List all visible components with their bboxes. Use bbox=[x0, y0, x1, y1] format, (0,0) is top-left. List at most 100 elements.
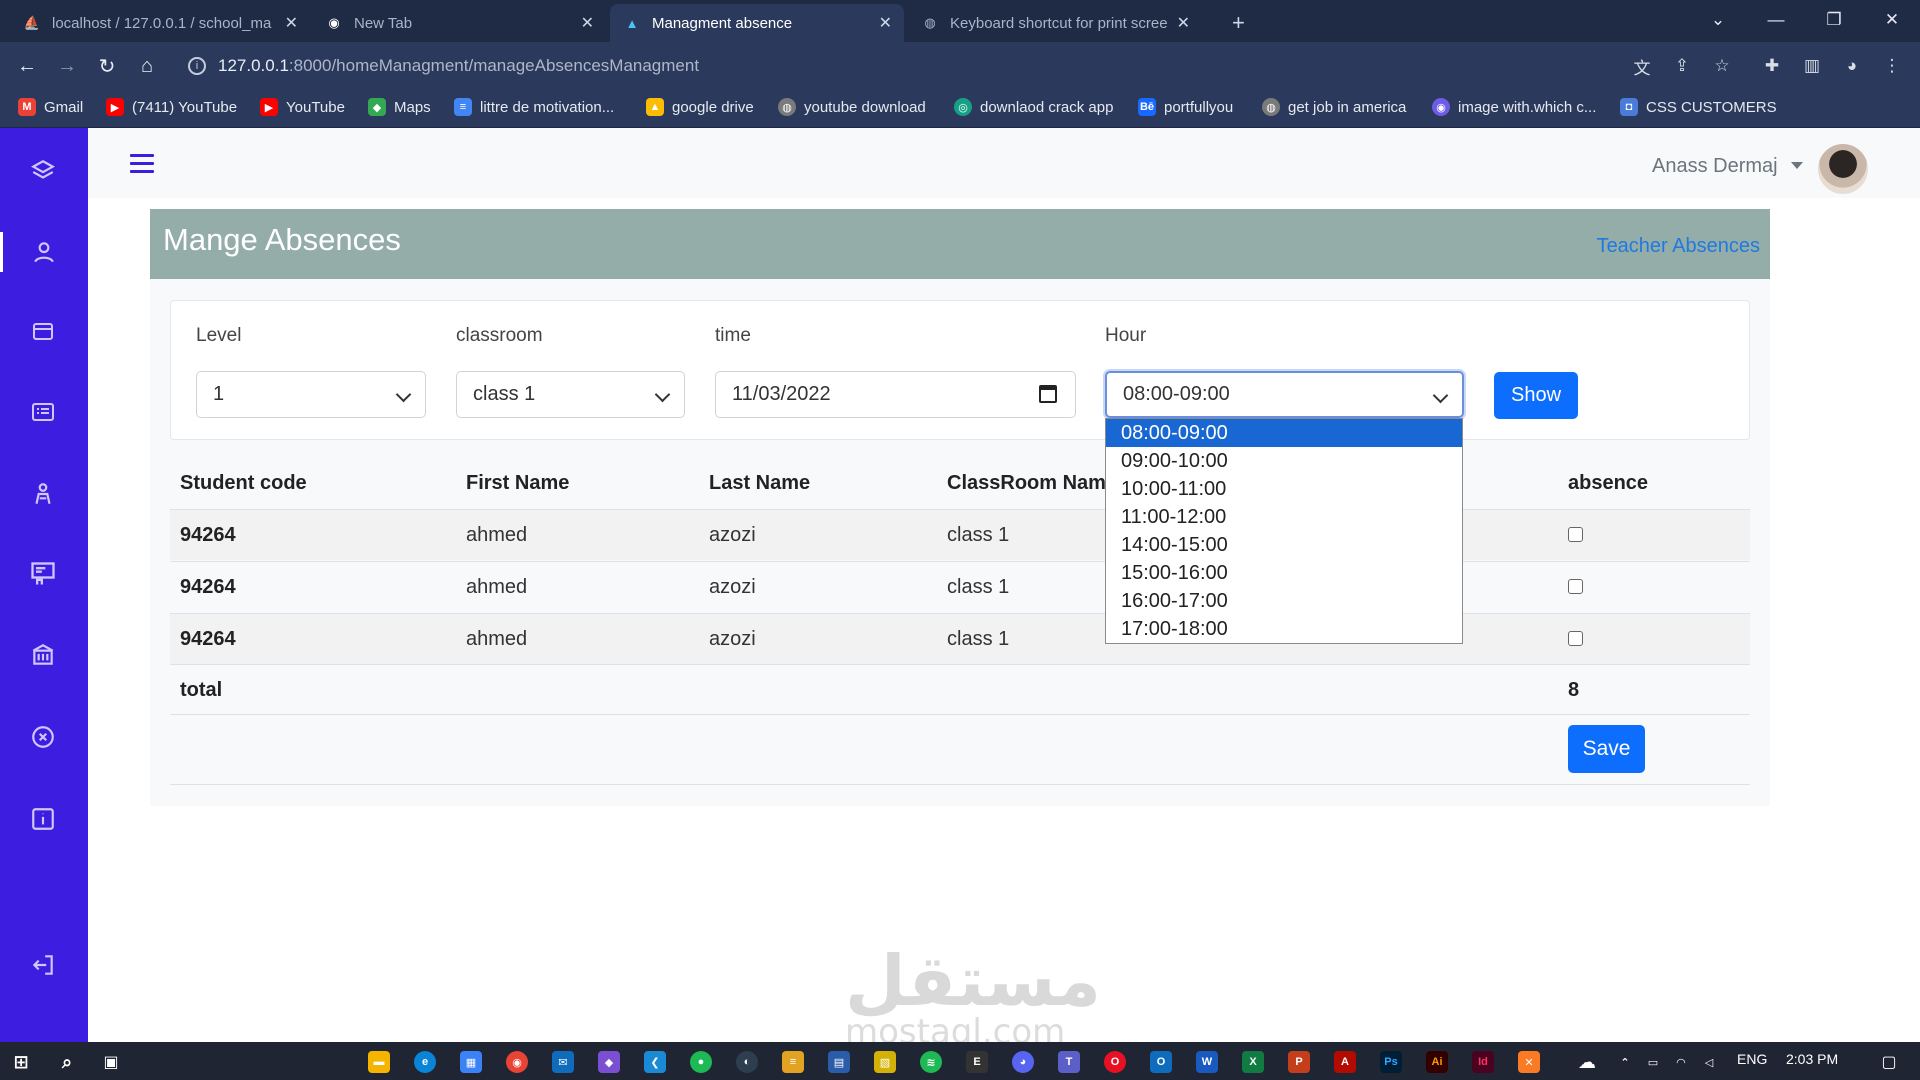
reload-icon[interactable]: ↻ bbox=[90, 50, 124, 82]
photoshop-icon[interactable]: Ps bbox=[1380, 1051, 1402, 1073]
spotify-icon[interactable]: ≋ bbox=[920, 1051, 942, 1073]
sidebar-item-building[interactable] bbox=[24, 636, 62, 674]
chrome-icon[interactable]: ◉ bbox=[506, 1051, 528, 1073]
app-icon[interactable]: ▧ bbox=[874, 1051, 896, 1073]
bookmark-item[interactable]: ◍ youtube download bbox=[778, 98, 926, 116]
mail-icon[interactable]: ✉ bbox=[552, 1051, 574, 1073]
illustrator-icon[interactable]: Ai bbox=[1426, 1051, 1448, 1073]
app-icon[interactable]: ▤ bbox=[828, 1051, 850, 1073]
onedrive-icon[interactable]: ☁ bbox=[1576, 1051, 1598, 1073]
chevron-up-icon[interactable]: ⌃ bbox=[1614, 1051, 1636, 1073]
home-icon[interactable]: ⌂ bbox=[130, 50, 164, 82]
hour-option[interactable]: 09:00-10:00 bbox=[1106, 447, 1462, 475]
bookmark-item[interactable]: ◘ CSS CUSTOMERS bbox=[1620, 98, 1777, 116]
close-window-icon[interactable]: ✕ bbox=[1864, 0, 1920, 40]
tab-managment-absence[interactable]: ▲ Managment absence ✕ bbox=[610, 4, 904, 42]
wifi-icon[interactable]: ◠ bbox=[1670, 1051, 1692, 1073]
close-tab-icon[interactable]: ✕ bbox=[879, 13, 892, 33]
store-icon[interactable]: ▦ bbox=[460, 1051, 482, 1073]
bookmark-item[interactable]: ◍ get job in america bbox=[1262, 98, 1406, 116]
edge-icon[interactable]: e bbox=[414, 1051, 436, 1073]
indesign-icon[interactable]: Id bbox=[1472, 1051, 1494, 1073]
xampp-icon[interactable]: ✕ bbox=[1518, 1051, 1540, 1073]
hour-select[interactable]: 08:00-09:00 bbox=[1105, 371, 1464, 418]
bookmark-item[interactable]: ◉ image with.which c... bbox=[1432, 98, 1596, 116]
user-name[interactable]: Anass Dermaj bbox=[1652, 155, 1778, 178]
hour-option[interactable]: 08:00-09:00 bbox=[1106, 419, 1462, 447]
volume-icon[interactable]: ◁ bbox=[1698, 1051, 1720, 1073]
tab-new-tab[interactable]: ◉ New Tab ✕ bbox=[312, 4, 606, 42]
hour-option[interactable]: 17:00-18:00 bbox=[1106, 615, 1462, 643]
side-panel-icon[interactable]: ▥ bbox=[1796, 50, 1828, 82]
sidebar-item-calendar[interactable] bbox=[24, 312, 62, 350]
layers-icon[interactable]: ≡ bbox=[782, 1051, 804, 1073]
bookmark-item[interactable]: ▲ google drive bbox=[646, 98, 754, 116]
notification-icon[interactable]: ▢ bbox=[1878, 1051, 1900, 1073]
tab-phpmyadmin[interactable]: ⛵ localhost / 127.0.0.1 / school_ma ✕ bbox=[10, 4, 310, 42]
back-icon[interactable]: ← bbox=[10, 50, 44, 82]
battery-icon[interactable]: ▭ bbox=[1642, 1051, 1664, 1073]
logout-icon[interactable] bbox=[24, 946, 62, 984]
bookmark-item[interactable]: ◎ downlaod crack app bbox=[954, 98, 1113, 116]
github-icon[interactable]: ◐ bbox=[736, 1051, 758, 1073]
bookmark-item[interactable]: M Gmail bbox=[18, 98, 83, 116]
profile-icon[interactable]: ◕ bbox=[1836, 50, 1868, 82]
avatar[interactable] bbox=[1818, 144, 1868, 194]
hour-option[interactable]: 15:00-16:00 bbox=[1106, 559, 1462, 587]
menu-icon[interactable]: ⋮ bbox=[1876, 50, 1908, 82]
minimize-icon[interactable]: — bbox=[1748, 0, 1804, 40]
date-input[interactable]: 11/03/2022 bbox=[715, 371, 1076, 418]
teams-icon[interactable]: T bbox=[1058, 1051, 1080, 1073]
level-select[interactable]: 1 bbox=[196, 371, 426, 418]
chevron-down-icon[interactable] bbox=[1791, 162, 1803, 169]
sidebar-item-classroom[interactable] bbox=[24, 555, 62, 593]
forward-icon[interactable]: → bbox=[50, 50, 84, 82]
discord-icon[interactable]: ◕ bbox=[1012, 1051, 1034, 1073]
hour-option[interactable]: 11:00-12:00 bbox=[1106, 503, 1462, 531]
app-icon[interactable]: ● bbox=[690, 1051, 712, 1073]
tab-search-icon[interactable]: ⌄ bbox=[1690, 0, 1746, 40]
show-button[interactable]: Show bbox=[1494, 372, 1578, 419]
bookmark-item[interactable]: ▶ YouTube bbox=[260, 98, 345, 116]
absence-checkbox[interactable] bbox=[1568, 579, 1583, 594]
teacher-absences-link[interactable]: Teacher Absences bbox=[1597, 235, 1760, 258]
bookmark-item[interactable]: ≡ littre de motivation... bbox=[454, 98, 614, 116]
bookmark-star-icon[interactable]: ☆ bbox=[1706, 50, 1738, 82]
acrobat-icon[interactable]: A bbox=[1334, 1051, 1356, 1073]
address-bar[interactable]: i 127.0.0.1:8000/homeManagment/manageAbs… bbox=[176, 48, 1696, 84]
close-tab-icon[interactable]: ✕ bbox=[285, 13, 298, 33]
close-tab-icon[interactable]: ✕ bbox=[1177, 13, 1190, 33]
sidebar-item-teacher[interactable] bbox=[24, 475, 62, 513]
hour-option[interactable]: 14:00-15:00 bbox=[1106, 531, 1462, 559]
bookmark-item[interactable]: ◆ Maps bbox=[368, 98, 431, 116]
hour-option[interactable]: 16:00-17:00 bbox=[1106, 587, 1462, 615]
outlook-icon[interactable]: O bbox=[1150, 1051, 1172, 1073]
bookmark-item[interactable]: ▶ (7411) YouTube bbox=[106, 98, 237, 116]
vscode-icon[interactable]: ❮ bbox=[644, 1051, 666, 1073]
translate-icon[interactable]: 文 bbox=[1626, 50, 1658, 82]
sidebar-item-students[interactable] bbox=[0, 232, 88, 272]
bookmark-item[interactable]: Bē portfullyou bbox=[1138, 98, 1233, 116]
close-tab-icon[interactable]: ✕ bbox=[581, 13, 594, 33]
share-icon[interactable]: ⇪ bbox=[1666, 50, 1698, 82]
classroom-select[interactable]: class 1 bbox=[456, 371, 685, 418]
hour-option[interactable]: 10:00-11:00 bbox=[1106, 475, 1462, 503]
search-icon[interactable]: ⌕ bbox=[56, 1051, 78, 1073]
site-info-icon[interactable]: i bbox=[188, 57, 206, 75]
file-explorer-icon[interactable]: ▬ bbox=[368, 1051, 390, 1073]
new-tab-button[interactable]: + bbox=[1218, 4, 1258, 42]
opera-icon[interactable]: O bbox=[1104, 1051, 1126, 1073]
hamburger-menu-icon[interactable] bbox=[130, 154, 154, 174]
word-icon[interactable]: W bbox=[1196, 1051, 1218, 1073]
save-button[interactable]: Save bbox=[1568, 725, 1645, 773]
excel-icon[interactable]: X bbox=[1242, 1051, 1264, 1073]
restore-icon[interactable]: ❐ bbox=[1806, 0, 1862, 40]
powerpoint-icon[interactable]: P bbox=[1288, 1051, 1310, 1073]
clock[interactable]: 2:03 PM bbox=[1786, 1051, 1838, 1067]
sidebar-item-info[interactable] bbox=[24, 800, 62, 838]
calendar-icon[interactable] bbox=[1039, 385, 1057, 403]
layers-logo-icon[interactable] bbox=[24, 152, 62, 190]
epic-games-icon[interactable]: E bbox=[966, 1051, 988, 1073]
sidebar-item-absence[interactable] bbox=[24, 718, 62, 756]
sidebar-item-list[interactable] bbox=[24, 393, 62, 431]
